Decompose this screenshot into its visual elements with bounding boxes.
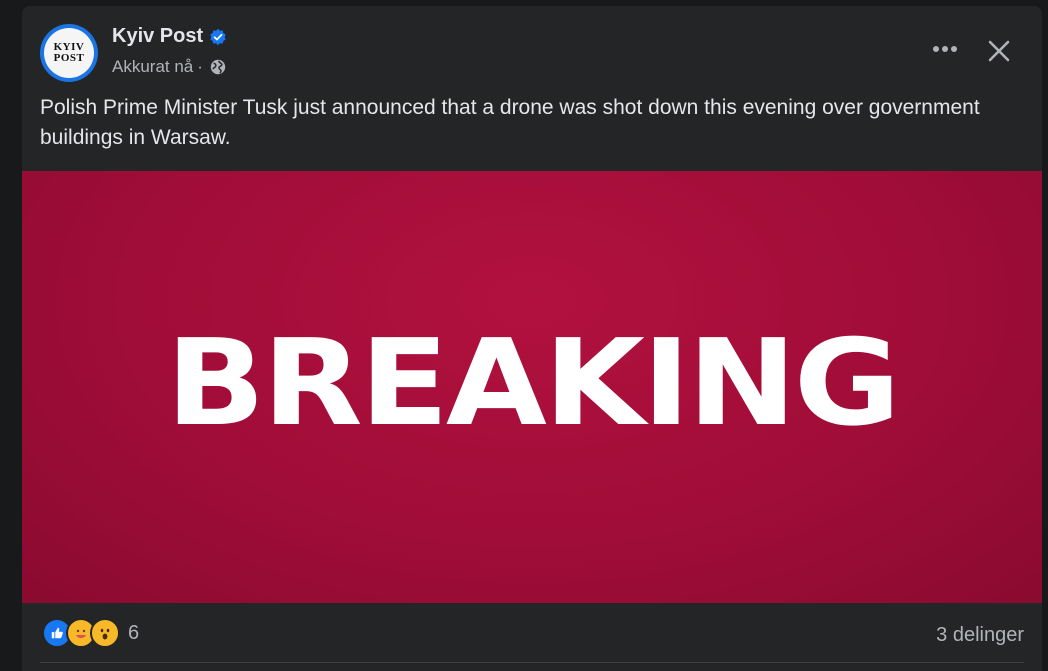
more-options-button[interactable] — [928, 36, 962, 62]
post-header: KYIV POST Kyiv Post Akkurat nå · — [22, 6, 1042, 98]
avatar-logo-line2: POST — [53, 52, 85, 64]
more-options-icon — [933, 46, 957, 52]
meta-separator: · — [197, 57, 203, 76]
avatar-logo: KYIV POST — [44, 28, 94, 78]
wow-icon — [90, 618, 120, 648]
post-text: Polish Prime Minister Tusk just announce… — [40, 96, 980, 149]
post-card: KYIV POST Kyiv Post Akkurat nå · Polish … — [22, 6, 1042, 671]
post-meta: Akkurat nå · — [112, 57, 227, 77]
shares-count[interactable]: 3 delinger — [936, 624, 1024, 647]
scrollbar-track[interactable] — [1042, 0, 1048, 671]
close-post-button[interactable] — [984, 36, 1014, 66]
timestamp-link[interactable]: Akkurat nå — [112, 57, 193, 77]
page-name-link[interactable]: Kyiv Post — [112, 25, 203, 48]
reaction-count: 6 — [128, 621, 140, 644]
post-footer: 6 3 delinger — [22, 603, 1042, 671]
globe-icon[interactable] — [209, 58, 227, 76]
page-name-row: Kyiv Post — [112, 25, 227, 48]
verified-badge-icon — [210, 28, 226, 45]
page-avatar[interactable]: KYIV POST — [40, 24, 98, 82]
footer-divider — [40, 662, 1024, 663]
breaking-banner-text: BREAKING — [166, 313, 901, 453]
post-image[interactable]: BREAKING — [22, 171, 1042, 603]
reactions-summary[interactable]: 6 — [42, 618, 139, 648]
close-icon — [988, 40, 1010, 62]
